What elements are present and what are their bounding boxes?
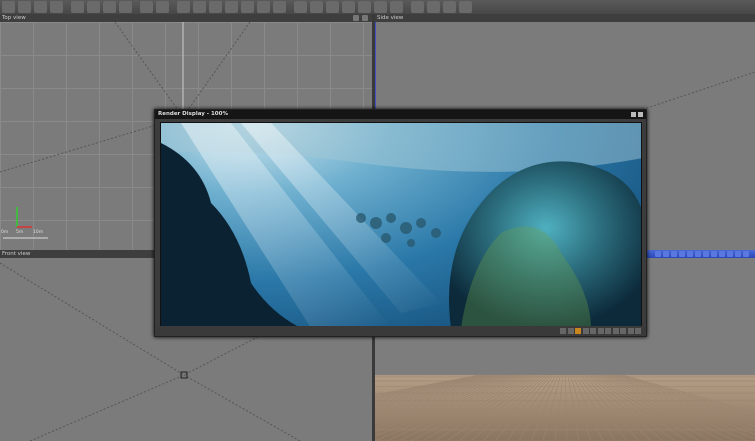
delete-icon[interactable]: [119, 1, 132, 13]
viewport-tool-button[interactable]: [727, 251, 733, 257]
settings-icon[interactable]: [50, 1, 63, 13]
viewport-tool-button[interactable]: [743, 251, 749, 257]
zoom-icon[interactable]: [294, 1, 307, 13]
material-icon[interactable]: [273, 1, 286, 13]
render-tool-button[interactable]: [567, 328, 574, 334]
sky-icon[interactable]: [209, 1, 222, 13]
scale-label-10: 10m: [33, 230, 44, 235]
front-view-label: Front view: [2, 251, 31, 257]
render-window-titlebar[interactable]: Render Display - 100%: [155, 110, 646, 119]
zoom-in-icon[interactable]: [358, 1, 371, 13]
undo-icon[interactable]: [140, 1, 153, 13]
rotate-icon[interactable]: [326, 1, 339, 13]
camera-icon[interactable]: [193, 1, 206, 13]
render-tool-button[interactable]: [590, 328, 596, 334]
top-view-label: Top view: [2, 15, 26, 21]
viewport-tool-button[interactable]: [719, 251, 725, 257]
display-icon[interactable]: [443, 1, 456, 13]
render-tool-button[interactable]: [575, 328, 581, 334]
rendered-image: [160, 122, 642, 327]
render-tool-button[interactable]: [582, 328, 589, 334]
options-button[interactable]: [362, 15, 368, 21]
render-settings-icon[interactable]: [427, 1, 440, 13]
render-display-window[interactable]: Render Display - 100%: [154, 109, 647, 337]
render-tool-button[interactable]: [605, 328, 611, 334]
maximize-icon[interactable]: [631, 112, 636, 117]
scale-label-0: 0m: [1, 230, 9, 235]
zoom-extents-icon[interactable]: [342, 1, 355, 13]
render-tool-button[interactable]: [620, 328, 626, 334]
pan-icon[interactable]: [310, 1, 323, 13]
render-window-title: Render Display - 100%: [158, 111, 228, 117]
render-tool-button[interactable]: [635, 328, 641, 334]
close-icon[interactable]: [638, 112, 643, 117]
side-view-label: Side view: [377, 15, 404, 21]
render-tool-button[interactable]: [597, 328, 604, 334]
render-tool-button[interactable]: [612, 328, 619, 334]
viewport-tool-button[interactable]: [679, 251, 685, 257]
top-view-header: Top view: [0, 14, 372, 22]
maximize-button[interactable]: [353, 15, 359, 21]
move-icon[interactable]: [257, 1, 270, 13]
viewport-tool-button[interactable]: [671, 251, 677, 257]
paste-icon[interactable]: [103, 1, 116, 13]
copy-icon[interactable]: [87, 1, 100, 13]
zoom-out-icon[interactable]: [374, 1, 387, 13]
underwater-scene: [161, 123, 641, 326]
render-icon[interactable]: [411, 1, 424, 13]
side-view-header: Side view: [375, 14, 755, 22]
viewport-tool-button[interactable]: [735, 251, 741, 257]
render-tool-button[interactable]: [560, 328, 566, 334]
viewport-tool-button[interactable]: [703, 251, 709, 257]
viewport-tool-button[interactable]: [695, 251, 701, 257]
scale-label-5: 5m: [16, 230, 24, 235]
file-icon[interactable]: [2, 1, 15, 13]
viewport-tool-button[interactable]: [687, 251, 693, 257]
viewport-tool-button[interactable]: [711, 251, 717, 257]
object-icon[interactable]: [225, 1, 238, 13]
viewport-tool-button[interactable]: [655, 251, 661, 257]
globe-icon[interactable]: [459, 1, 472, 13]
fit-icon[interactable]: [390, 1, 403, 13]
render-tool-button[interactable]: [627, 328, 634, 334]
viewport-tool-button[interactable]: [663, 251, 669, 257]
save-icon[interactable]: [34, 1, 47, 13]
brush-icon[interactable]: [241, 1, 254, 13]
open-icon[interactable]: [18, 1, 31, 13]
select-icon[interactable]: [71, 1, 84, 13]
render-window-toolbar: [155, 326, 646, 336]
record-icon[interactable]: [177, 1, 190, 13]
redo-icon[interactable]: [156, 1, 169, 13]
main-toolbar: [0, 0, 755, 15]
